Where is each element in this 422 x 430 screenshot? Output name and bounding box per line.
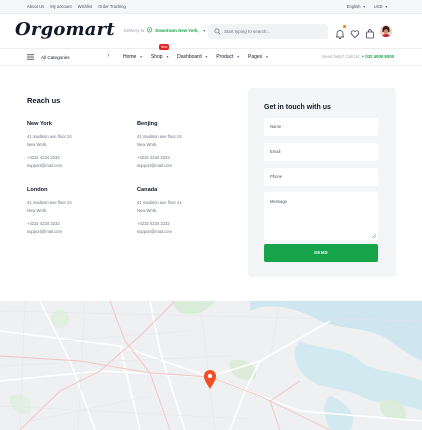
nav-item-product[interactable]: Product ▼: [216, 54, 240, 60]
nav-item-pages[interactable]: Pages ▼: [248, 54, 269, 60]
name-field[interactable]: Name: [264, 118, 378, 136]
top-utility-bar: About Us My account Wishlist Order Track…: [0, 0, 422, 14]
cart-button[interactable]: [365, 26, 375, 39]
nav-item-dashboard[interactable]: Dashboard ▼: [177, 54, 208, 60]
chevron-down-icon: ▼: [202, 28, 206, 33]
office-address: New Work,: [137, 141, 158, 147]
resize-grip-icon[interactable]: [371, 233, 376, 238]
office-address: 41 madison ave floor 24: [137, 134, 182, 139]
phone-field[interactable]: Phone: [264, 168, 378, 186]
office-email[interactable]: support@mail.com: [27, 228, 117, 236]
office-city: Canada: [137, 187, 158, 193]
chevron-down-icon: ▼: [164, 55, 170, 59]
office-card: New York 41 madison ave floor 24 New Wor…: [27, 121, 117, 169]
all-categories-button[interactable]: All Categories: [27, 54, 70, 60]
reach-us-title: Reach us: [27, 96, 61, 105]
menu-icon: [27, 54, 34, 60]
office-card: London 41 madison ave floor 24 New Work,…: [27, 187, 117, 235]
currency-select[interactable]: USD ▼: [374, 4, 388, 9]
chevron-down-icon: ▼: [384, 5, 388, 9]
shopping-bag-icon: [366, 29, 374, 39]
notification-dot: [343, 25, 346, 28]
office-phone[interactable]: +4232 4234 3232: [27, 220, 117, 228]
chevron-down-icon: ▼: [362, 5, 366, 9]
main-nav: All Categories › Home ▼ Shop ▼ Dashboard…: [0, 44, 422, 66]
message-field[interactable]: Message: [264, 192, 378, 240]
wishlist-link[interactable]: Wishlist: [78, 4, 92, 9]
office-city: Benjing: [137, 121, 158, 127]
office-card: Benjing 41 madison ave floor 24 New Work…: [137, 121, 227, 169]
order-tracking-link[interactable]: Order Tracking: [98, 4, 126, 9]
send-button[interactable]: SEND: [264, 244, 378, 262]
search-input[interactable]: Start typing to search...: [208, 24, 328, 39]
nav-item-shop[interactable]: Shop ▼: [151, 54, 169, 60]
contact-form-title: Get in touch with us: [264, 104, 331, 111]
chevron-down-icon: ▼: [235, 55, 240, 59]
office-phone[interactable]: +4232 4234 3232: [27, 154, 117, 162]
chevron-down-icon: ▼: [138, 55, 143, 59]
nav-menu: Home ▼ Shop ▼ Dashboard ▼ Product ▼ Page…: [123, 54, 269, 60]
wishlist-button[interactable]: [350, 26, 360, 39]
office-city: London: [27, 187, 48, 193]
notifications-button[interactable]: [335, 25, 346, 40]
search-icon: [214, 28, 221, 35]
office-email[interactable]: support@mail.com: [137, 162, 227, 170]
my-account-link[interactable]: My account: [50, 4, 71, 9]
location-pin-icon: [147, 27, 153, 33]
delivery-location[interactable]: Delivery to Downtown New York, ▼: [124, 27, 206, 34]
heart-icon: [350, 30, 360, 39]
about-us-link[interactable]: About Us: [27, 4, 44, 9]
map-graphic: [0, 301, 422, 430]
help-phone[interactable]: + 032 4000 8000: [362, 54, 394, 59]
location-map[interactable]: [0, 301, 422, 430]
bell-icon: [335, 30, 345, 40]
office-email[interactable]: support@mail.com: [27, 162, 117, 170]
logo[interactable]: Orgomart: [15, 19, 115, 40]
office-phone[interactable]: +4232 4234 3232: [137, 154, 227, 162]
help-contact: Need help? Call Us: + 032 4000 8000: [322, 54, 394, 59]
office-city: New York: [27, 121, 52, 127]
office-phone[interactable]: +4232 4234 3232: [137, 220, 227, 228]
office-address: 41 madison ave floor 24: [27, 200, 72, 205]
office-card: Canada 41 madison ave floor 24 New Work,…: [137, 187, 227, 235]
nav-item-home[interactable]: Home ▼: [123, 54, 143, 60]
locale-selectors: English ▼ USD ▼: [347, 4, 388, 9]
chevron-down-icon: ▼: [264, 55, 269, 59]
top-links: About Us My account Wishlist Order Track…: [27, 4, 126, 9]
contact-form: Get in touch with us Name Email Phone Me…: [248, 88, 396, 277]
new-badge: New: [159, 44, 170, 50]
email-field[interactable]: Email: [264, 143, 378, 161]
language-select[interactable]: English ▼: [347, 4, 366, 9]
chevron-down-icon: ▼: [203, 55, 209, 59]
chevron-right-icon[interactable]: ›: [107, 52, 109, 59]
office-address: 41 madison ave floor 24: [137, 200, 182, 205]
office-address: New Work,: [27, 141, 48, 147]
office-address: New Work,: [27, 207, 48, 213]
search-placeholder: Start typing to search...: [224, 29, 271, 34]
office-address: 41 madison ave floor 24: [27, 134, 72, 139]
office-address: New Work,: [137, 207, 158, 213]
avatar[interactable]: [380, 25, 392, 37]
office-email[interactable]: support@mail.com: [137, 228, 227, 236]
